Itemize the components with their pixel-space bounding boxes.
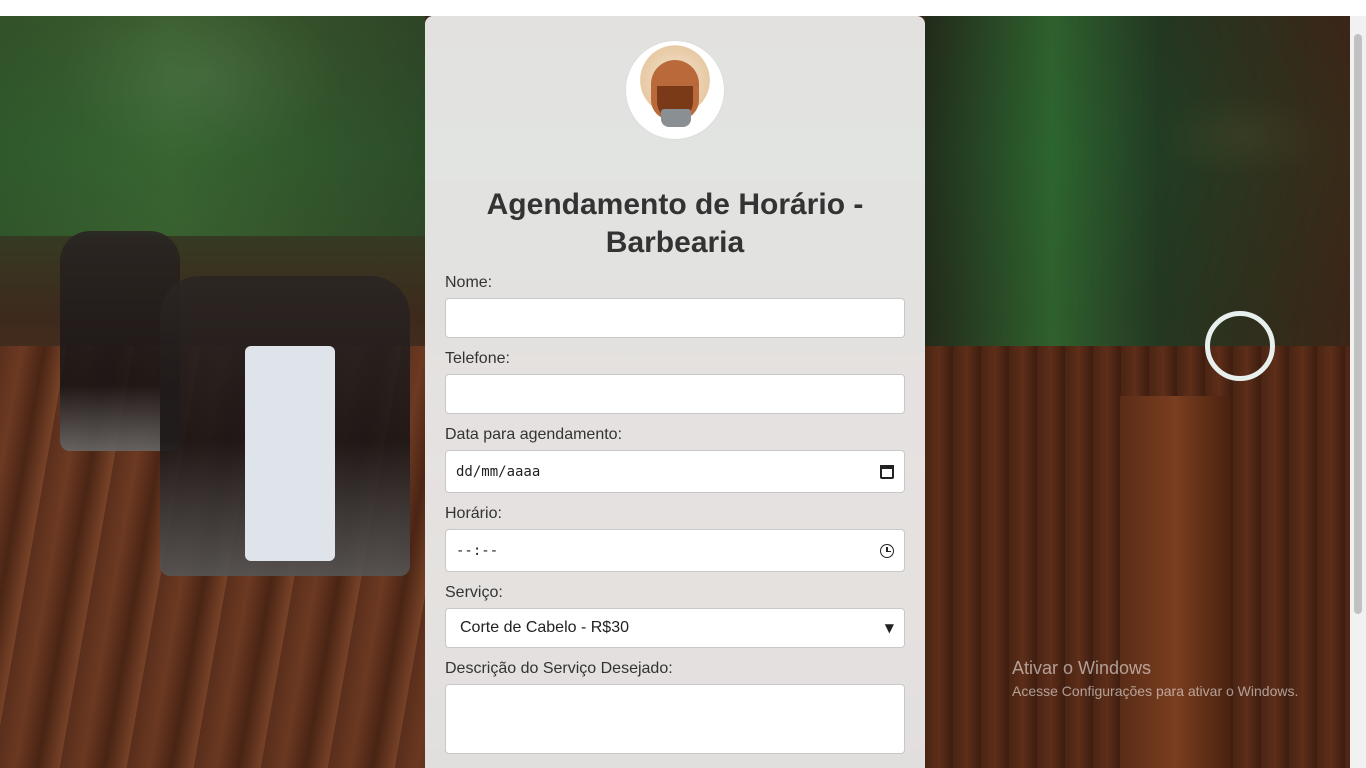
barber-chef-logo-icon — [625, 40, 725, 140]
descricao-label: Descrição do Serviço Desejado: — [445, 660, 673, 677]
scrollbar-thumb[interactable] — [1354, 34, 1362, 614]
page-scrollbar[interactable] — [1350, 16, 1366, 768]
time-placeholder: --:-- — [456, 542, 499, 559]
servico-selected-value: Corte de Cabelo - R$30 — [460, 619, 629, 636]
date-input[interactable]: dd/mm/aaaa — [445, 450, 905, 493]
data-label: Data para agendamento: — [445, 426, 623, 443]
booking-form-card: Agendamento de Horário - Barbearia Nome:… — [425, 16, 925, 768]
servico-select[interactable]: Corte de Cabelo - R$30 ▼ — [445, 608, 905, 648]
nome-input[interactable] — [445, 298, 905, 338]
clock-icon[interactable] — [880, 543, 894, 558]
page-title: Agendamento de Horário - Barbearia — [486, 188, 864, 259]
watermark-title: Ativar o Windows — [1012, 658, 1152, 678]
nome-label: Nome: — [445, 274, 493, 291]
windows-activation-watermark: Ativar o Windows Acesse Configurações pa… — [1012, 658, 1298, 699]
watermark-subtitle: Acesse Configurações para ativar o Windo… — [1012, 683, 1299, 699]
date-placeholder: dd/mm/aaaa — [456, 463, 541, 480]
horario-label: Horário: — [445, 505, 502, 522]
telefone-input[interactable] — [445, 374, 905, 414]
servico-label: Serviço: — [445, 584, 503, 601]
calendar-icon[interactable] — [880, 464, 894, 479]
time-input[interactable]: --:-- — [445, 529, 905, 572]
descricao-textarea[interactable] — [445, 684, 905, 754]
chevron-down-icon: ▼ — [884, 621, 894, 635]
telefone-label: Telefone: — [445, 350, 510, 367]
